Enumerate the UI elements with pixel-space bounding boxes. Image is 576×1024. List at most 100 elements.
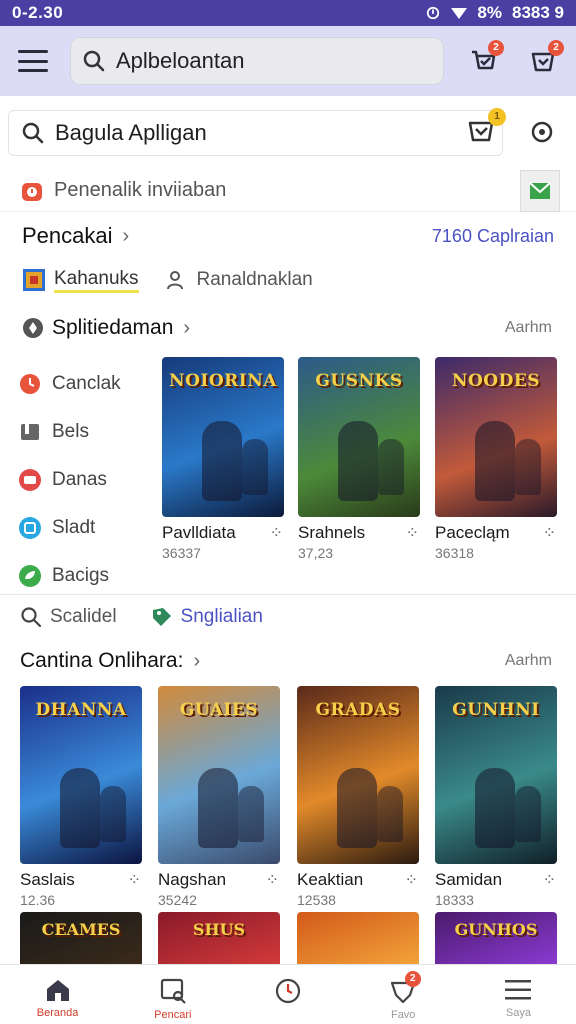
game-logo: CEAMES	[41, 920, 121, 939]
category-item[interactable]: Sladt	[18, 504, 158, 552]
filter-label: Snglialian	[180, 606, 263, 627]
filter-scalidel[interactable]: Scalidel	[20, 606, 117, 628]
chevron-right-icon: ›	[193, 649, 201, 672]
game-cover-partial[interactable]: GUNHOS	[435, 912, 557, 964]
alarm-icon	[427, 6, 440, 20]
nav-profile[interactable]: Saya	[461, 965, 576, 1024]
status-time: 0-2.30	[12, 3, 64, 22]
mail-button[interactable]	[520, 170, 560, 212]
game-cover-partial[interactable]	[297, 912, 419, 964]
game-cover[interactable]: GUNHNI	[435, 686, 557, 864]
bottom-navigation: Beranda Pencari 2 Favo Saya	[0, 964, 576, 1024]
more-options-icon[interactable]: ⁘	[543, 523, 557, 543]
category-item[interactable]: Danas	[18, 456, 158, 504]
game-count: 36318	[435, 545, 474, 561]
game-cover[interactable]: GUSNKS	[298, 357, 420, 517]
game-cover[interactable]: GRADAS	[297, 686, 419, 864]
game-card[interactable]: GUNHNI Samidan ⁘ 18333	[435, 686, 557, 908]
game-cover[interactable]: DHANNA	[20, 686, 142, 864]
game-count: 18333	[435, 892, 474, 908]
game-logo: NOODES	[451, 371, 541, 391]
menu-icon[interactable]	[18, 50, 48, 72]
top-app-bar: Aplbeloantan 2 2	[0, 26, 576, 96]
section-header-cantina[interactable]: Cantina Onlihara: › Aarhm	[0, 644, 576, 678]
search-icon	[83, 50, 105, 72]
secondary-search-text: Bagula Aplligan	[55, 120, 207, 145]
chip-label: Ranaldnaklan	[196, 269, 313, 290]
nav-home[interactable]: Beranda	[0, 965, 115, 1024]
settings-icon[interactable]	[528, 118, 556, 146]
game-logo: DHANNA	[35, 700, 127, 720]
search-icon	[21, 607, 42, 628]
category-item[interactable]: Bels	[18, 408, 158, 456]
secondary-search-input[interactable]: Bagula Aplligan	[8, 110, 503, 156]
game-cover-partial[interactable]: SHUS	[158, 912, 280, 964]
secondary-cart-button[interactable]: 1	[466, 108, 506, 146]
category-label: Bels	[52, 421, 89, 442]
category-label: Bacigs	[52, 565, 110, 586]
section-link[interactable]: 7160 Caplraian	[432, 226, 554, 247]
more-options-icon[interactable]: ⁘	[128, 870, 142, 890]
category-label: Sladt	[52, 517, 96, 538]
category-item[interactable]: Canclak	[18, 360, 158, 408]
chip-ranaldnaklan[interactable]: Ranaldnaklan	[165, 268, 313, 292]
status-bar: 0-2.30 8% 8383 9	[0, 0, 576, 26]
nav-label: Pencari	[154, 1009, 192, 1021]
game-cover[interactable]: NOODES	[435, 357, 557, 517]
game-logo: NOIORINA	[169, 371, 277, 391]
game-cover[interactable]: GUAIES	[158, 686, 280, 864]
more-options-icon[interactable]: ⁘	[543, 870, 557, 890]
chip-label: Kahanuks	[54, 268, 139, 293]
game-card[interactable]: GUSNKS Srahnels ⁘ 37,23	[298, 357, 420, 561]
game-logo: GUSNKS	[315, 371, 403, 391]
section-header-pencakai[interactable]: Pencakai › 7160 Caplraian	[0, 218, 576, 254]
game-name: Nagshan	[158, 870, 227, 889]
category-item[interactable]: Bacigs	[18, 552, 158, 600]
game-count: 12538	[297, 892, 336, 908]
nav-favorites[interactable]: 2 Favo	[346, 965, 461, 1024]
more-options-icon[interactable]: ⁘	[406, 523, 420, 543]
filter-snglialian[interactable]: Snglialian	[151, 606, 263, 628]
search-text: Aplbeloantan	[116, 48, 245, 73]
section-title: Cantina Onlihara:	[20, 649, 184, 672]
game-card[interactable]: GUAIES Nagshan ⁘ 35242	[158, 686, 280, 908]
nav-label: Beranda	[36, 1007, 79, 1019]
game-cover[interactable]: NOIORINA	[162, 357, 284, 517]
game-card[interactable]: DHANNA Saslais ⁘ 12.36	[20, 686, 142, 908]
cart-badge: 2	[488, 40, 504, 56]
battery-text: 8%	[477, 3, 502, 22]
game-card[interactable]: GRADAS Keaktian ⁘ 12538	[297, 686, 419, 908]
clock-icon	[20, 374, 40, 394]
section-title: Pencakai	[22, 223, 113, 248]
more-options-icon[interactable]: ⁘	[270, 523, 284, 543]
game-cover-partial[interactable]: CEAMES	[20, 912, 142, 964]
cart-button[interactable]: 2	[468, 40, 504, 76]
game-logo: GUAIES	[179, 700, 259, 720]
leaf-icon	[19, 565, 41, 587]
see-all-link[interactable]: Aarhm	[505, 319, 552, 337]
game-name: Srahnels	[298, 523, 366, 542]
more-options-icon[interactable]: ⁘	[405, 870, 419, 890]
alarm-icon	[22, 182, 42, 201]
section-title: Splitiedaman	[52, 316, 174, 339]
game-logo: GUNHNI	[452, 700, 540, 720]
favorites-button[interactable]: 2	[528, 40, 564, 76]
category-list: Canclak Bels Danas Sladt Bacigs	[18, 360, 158, 600]
chip-kahanuks[interactable]: Kahanuks	[22, 268, 139, 293]
game-card[interactable]: NOODES Pacecląm ⁘ 36318	[435, 357, 557, 561]
mail-icon	[529, 182, 551, 199]
square-icon	[19, 517, 41, 539]
filter-row: Scalidel Snglialian	[0, 600, 576, 634]
section-header-splitiedaman[interactable]: Splitiedaman › Aarhm	[0, 310, 576, 346]
see-all-link[interactable]: Aarhm	[505, 652, 552, 670]
nav-history[interactable]	[230, 965, 345, 1024]
search-input[interactable]: Aplbeloantan	[70, 37, 444, 85]
nav-search[interactable]: Pencari	[115, 965, 230, 1024]
notification-row[interactable]: Penenalik inviiaban	[0, 170, 576, 212]
more-options-icon[interactable]: ⁘	[266, 870, 280, 890]
game-card[interactable]: NOIORINA Pavlldiata ⁘ 36337	[162, 357, 284, 561]
nav-badge: 2	[404, 971, 421, 987]
game-name: Keaktian	[297, 870, 364, 889]
game-logo: SHUS	[192, 920, 246, 939]
home-icon	[46, 980, 69, 1001]
